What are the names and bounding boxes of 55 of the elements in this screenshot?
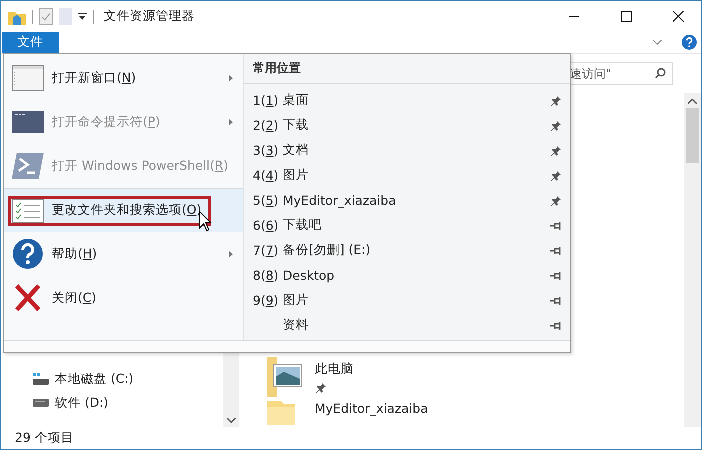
help-icon[interactable] xyxy=(682,35,697,50)
pin-icon[interactable] xyxy=(550,270,562,280)
recent-item[interactable]: 1(1) 桌面 xyxy=(244,88,570,113)
menu-item[interactable]: 帮助(H) xyxy=(4,232,243,276)
recent-item[interactable]: 9(9) 图片 xyxy=(244,288,570,313)
recent-item[interactable]: 7(7) 备份[勿删] (E:) xyxy=(244,238,570,263)
menu-item[interactable]: 打开新窗口(N) xyxy=(4,56,243,100)
recent-item[interactable]: 8(8) Desktop xyxy=(244,263,570,288)
section-header: 常用位置 xyxy=(244,54,570,84)
cursor-icon xyxy=(199,211,212,232)
drive-icon xyxy=(33,373,49,385)
pin-icon[interactable] xyxy=(550,296,562,306)
recent-item[interactable]: 资料 xyxy=(244,313,570,338)
scroll-down-icon[interactable] xyxy=(226,418,236,423)
recent-item[interactable]: 4(4) 图片 xyxy=(244,163,570,188)
window-icon xyxy=(12,65,44,91)
scrollbar[interactable] xyxy=(684,93,701,427)
nav-item[interactable]: 软件 (D:) xyxy=(55,394,109,412)
recent-item[interactable]: 6(6) 下载吧 xyxy=(244,213,570,238)
file-tab[interactable]: 文件 xyxy=(2,32,59,53)
close-icon xyxy=(672,11,684,22)
checklist-icon xyxy=(12,198,44,222)
minimize-icon xyxy=(569,16,579,17)
menu-item[interactable]: 关闭(C) xyxy=(4,276,243,320)
pin-icon[interactable] xyxy=(550,120,562,132)
help-icon xyxy=(12,238,44,270)
pin-icon[interactable] xyxy=(550,320,562,330)
chevron-icon[interactable] xyxy=(653,40,662,45)
pin-icon[interactable] xyxy=(315,382,327,394)
pin-icon[interactable] xyxy=(550,246,562,256)
pin-icon[interactable] xyxy=(550,144,562,156)
pin-icon[interactable] xyxy=(550,194,562,206)
scroll-thumb[interactable] xyxy=(686,108,699,163)
submenu-arrow-icon xyxy=(229,118,233,126)
file-name[interactable]: MyEditor_xiazaiba xyxy=(315,401,428,416)
window-title: 文件资源管理器 xyxy=(104,8,196,25)
pin-icon[interactable] xyxy=(550,220,562,230)
pin-icon[interactable] xyxy=(550,170,562,182)
file-name[interactable]: 此电脑 xyxy=(315,361,354,378)
submenu-arrow-icon xyxy=(229,74,233,82)
caret-icon[interactable] xyxy=(78,12,87,20)
search-icon xyxy=(655,68,666,79)
pin-icon[interactable] xyxy=(550,94,562,106)
drive-icon xyxy=(33,399,49,407)
item-count: 29 个项目 xyxy=(15,430,74,446)
scroll-up-icon[interactable] xyxy=(688,99,697,104)
maximize-icon xyxy=(620,11,632,22)
submenu-arrow-icon xyxy=(229,250,233,258)
nav-item[interactable]: 本地磁盘 (C:) xyxy=(55,370,134,388)
recent-item[interactable]: 5(5) MyEditor_xiazaiba xyxy=(244,188,570,213)
console-icon xyxy=(12,111,44,133)
recent-item[interactable]: 2(2) 下载 xyxy=(244,113,570,138)
shell-icon xyxy=(12,153,44,179)
pictures-folder-icon xyxy=(265,357,305,397)
recent-item[interactable]: 3(3) 文档 xyxy=(244,138,570,163)
